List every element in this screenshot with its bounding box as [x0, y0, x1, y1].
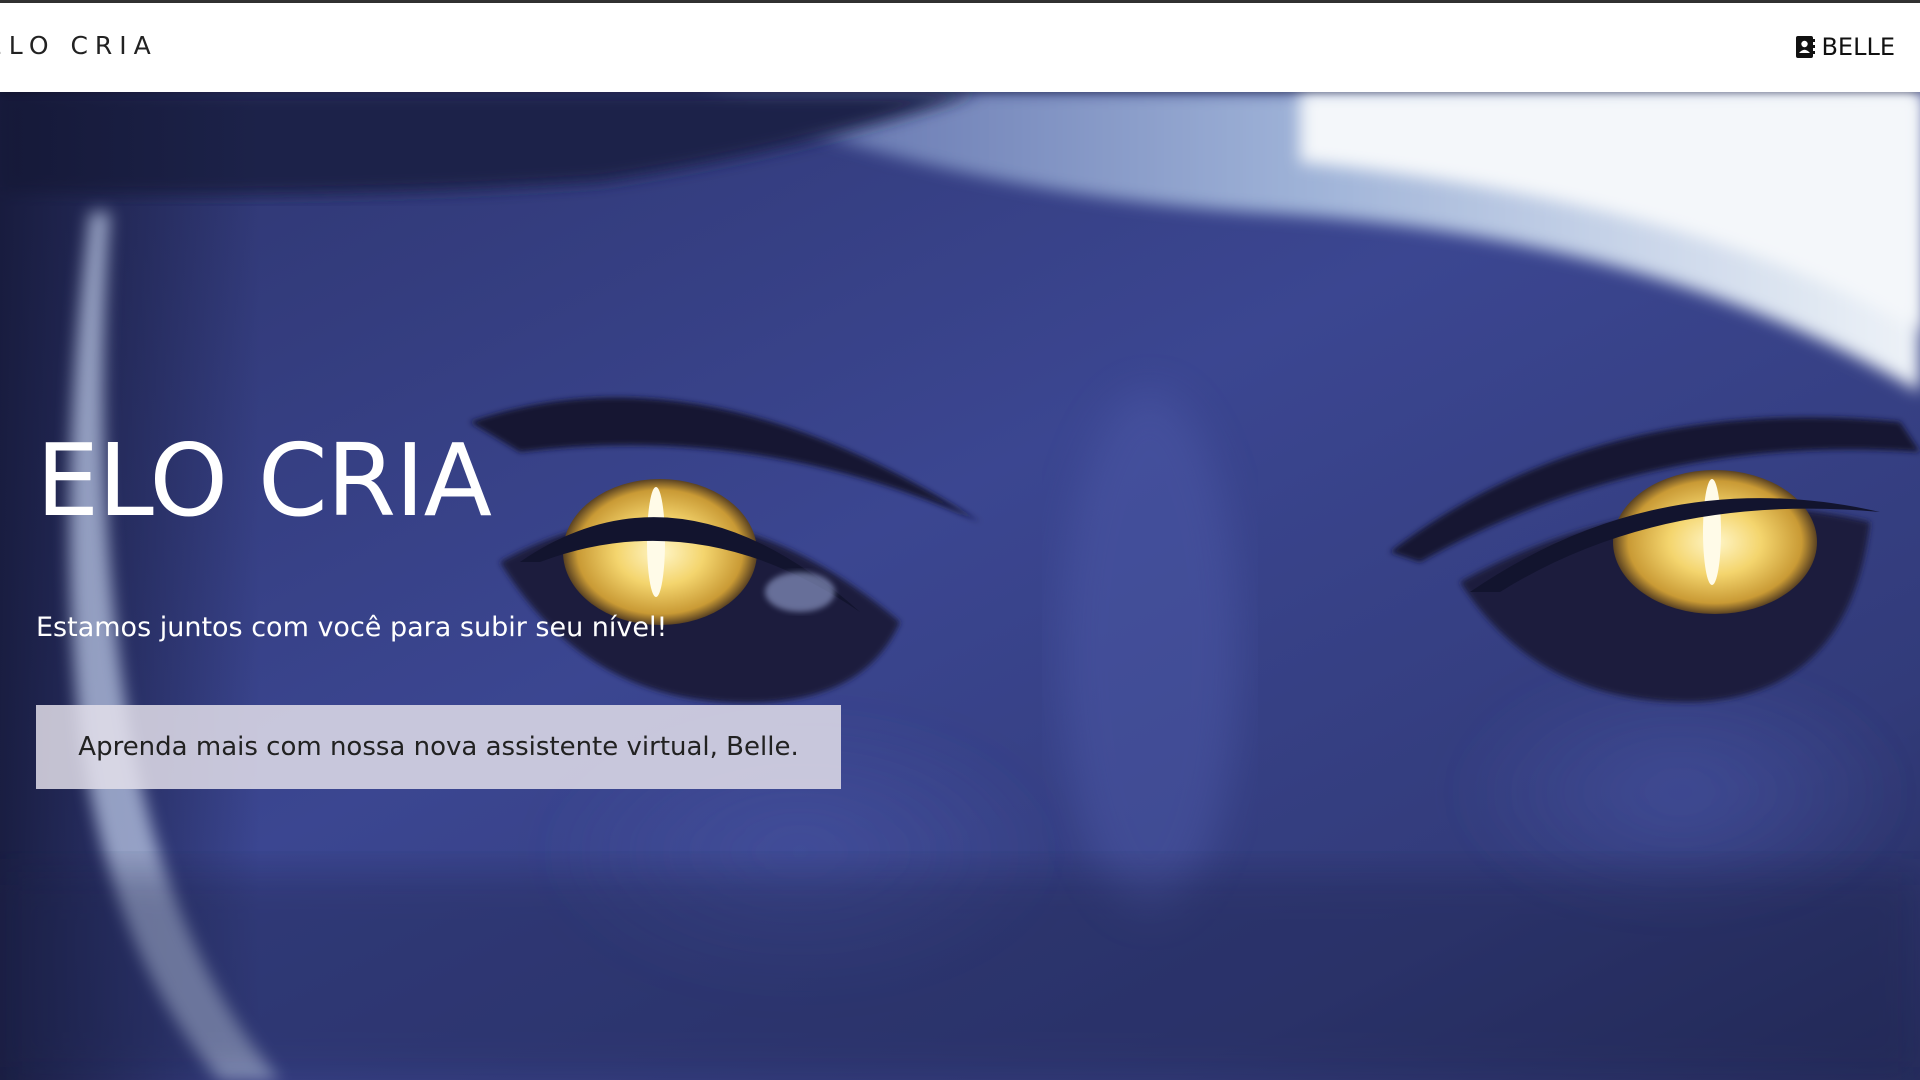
hero-subtitle: Estamos juntos com você para subir seu n…	[36, 612, 668, 643]
contact-book-icon	[1795, 35, 1816, 59]
learn-more-belle-button[interactable]: Aprenda mais com nossa nova assistente v…	[36, 705, 841, 789]
belle-nav-link[interactable]: BELLE	[1795, 33, 1895, 61]
belle-nav-label: BELLE	[1821, 33, 1895, 61]
hero-title: ELO CRIA	[36, 422, 492, 539]
navbar: ELO CRIA BELLE	[0, 3, 1920, 92]
brand-logo-link[interactable]: ELO CRIA	[0, 31, 158, 60]
hero-background-image	[0, 92, 1920, 1080]
hero-section: ELO CRIA Estamos juntos com você para su…	[0, 92, 1920, 1080]
